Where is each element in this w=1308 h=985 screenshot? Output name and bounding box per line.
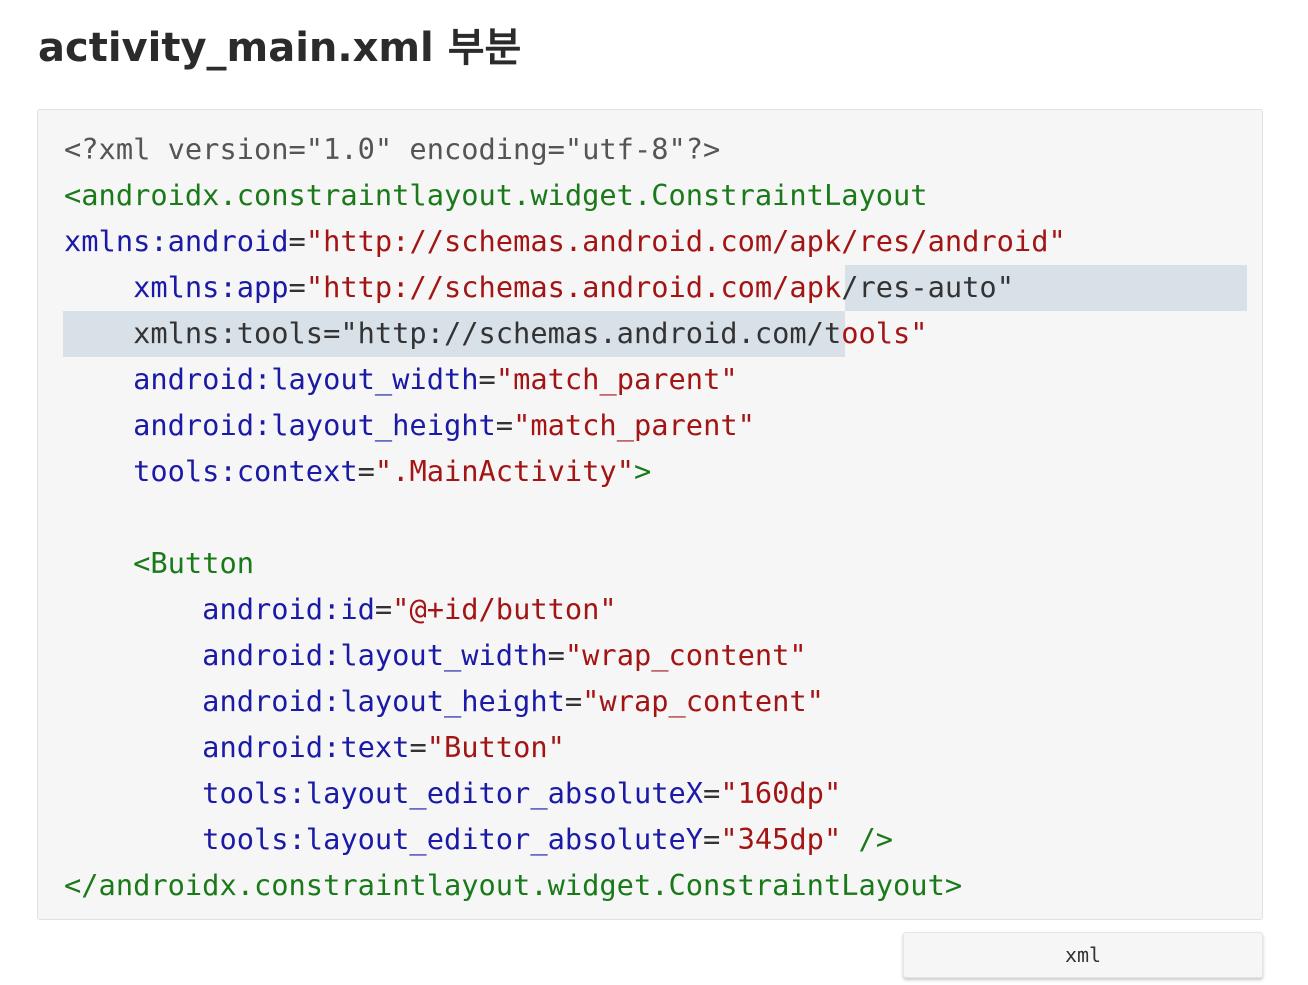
code-token: = [478,362,496,396]
code-token: xmlns:android [64,224,289,258]
code-token: /res-auto" [841,270,1014,304]
code-line: android:id="@+id/button" [64,586,1066,632]
code-token: ools" [841,316,928,350]
code-token: tools:layout_editor_absoluteX [202,776,704,810]
code-line: android:layout_width="wrap_content" [64,632,1066,678]
code-token: = [703,822,721,856]
code-token: = [288,224,306,258]
code-token: <androidx.constraintlayout.widget.Constr… [64,178,928,212]
code-line: tools:context=".MainActivity"> [64,448,1066,494]
code-token: "345dp" [720,822,842,856]
code-token: = [357,454,375,488]
code-line: android:text="Button" [64,724,1066,770]
code-content[interactable]: <?xml version="1.0" encoding="utf-8"?> <a… [64,126,1066,908]
page-title: activity_main.xml 부분 [38,25,522,71]
code-token: = [374,592,393,626]
code-token: tools:layout_editor_absoluteY [202,822,704,856]
code-line: tools:layout_editor_absoluteX="160dp" [64,770,1066,816]
code-token: "match_parent" [513,408,755,442]
code-token: "wrap_content" [564,638,807,672]
code-token: xmlns:app [133,270,289,304]
code-line: android:layout_height="match_parent" [64,402,1066,448]
code-token: <?xml version="1.0" encoding="utf-8"?> [64,132,721,166]
code-line: <Button [64,540,1066,586]
code-token: "wrap_content" [582,684,824,718]
code-token: = [288,270,306,304]
code-line: <?xml version="1.0" encoding="utf-8"?> [64,126,1066,172]
code-token: "match_parent" [495,362,738,396]
code-token: "160dp" [720,776,842,810]
code-token: /> [841,822,894,856]
code-line: <androidx.constraintlayout.widget.Constr… [64,172,1066,218]
code-line: android:layout_width="match_parent" [64,356,1066,402]
code-token: android:layout_height [133,408,496,442]
code-token: = [495,408,514,442]
code-token: > [633,454,652,488]
code-token: <Button [133,546,254,580]
code-token: = [409,730,427,764]
code-block[interactable]: <?xml version="1.0" encoding="utf-8"?> <a… [37,109,1263,920]
code-token: ".MainActivity" [374,454,634,488]
code-token: "@+id/button" [392,592,617,626]
code-line: </androidx.constraintlayout.widget.Const… [64,862,1066,908]
code-language-button[interactable]: xml [903,932,1263,978]
code-token: "Button" [426,730,565,764]
code-token: "http://schemas.android.com/apk [305,270,842,304]
code-token: android:text [202,730,410,764]
code-token: android:layout_width [202,638,548,672]
code-token: = [564,684,583,718]
code-token: tools:context [133,454,358,488]
code-token: "http://schemas.android.com/apk/res/andr… [305,224,1066,258]
code-line: xmlns:android="http://schemas.android.co… [64,218,1066,264]
code-token: = [703,776,721,810]
code-token: android:id [202,592,375,626]
code-token: xmlns:tools="http://schemas.android.com/… [64,316,842,350]
page: activity_main.xml 부분 <?xml version="1.0"… [0,0,1308,985]
code-token: = [547,638,565,672]
code-token: android:layout_height [202,684,565,718]
code-token: android:layout_width [133,362,479,396]
code-line: xmlns:app="http://schemas.android.com/ap… [64,264,1066,310]
code-token: </androidx.constraintlayout.widget.Const… [64,868,963,902]
code-line: xmlns:tools="http://schemas.android.com/… [64,310,1066,356]
code-line: tools:layout_editor_absoluteY="345dp" /> [64,816,1066,862]
code-line: android:layout_height="wrap_content" [64,678,1066,724]
